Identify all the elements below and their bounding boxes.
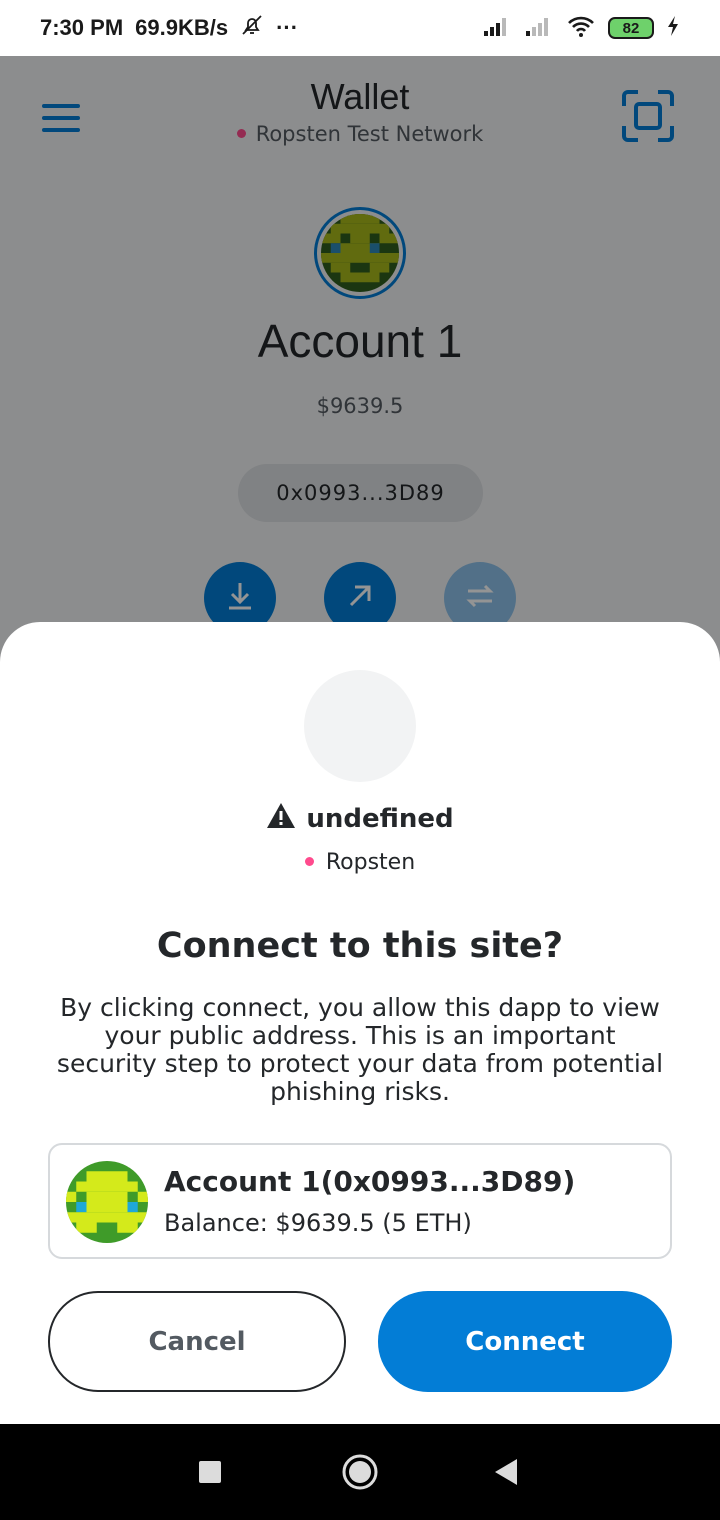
site-title: undefined <box>0 802 720 836</box>
signal-icon <box>482 15 512 42</box>
network-speed: 69.9KB/s <box>135 15 229 40</box>
back-icon[interactable] <box>482 1448 530 1496</box>
selected-account-balance: Balance: $9639.5 (5 ETH) <box>164 1209 472 1237</box>
mute-bell-icon <box>240 13 264 43</box>
site-network-label: Ropsten <box>325 850 416 875</box>
connect-description: By clicking connect, you allow this dapp… <box>56 993 664 1106</box>
system-nav-bar <box>0 1424 720 1520</box>
warning-icon <box>266 802 296 836</box>
connect-heading: Connect to this site? <box>156 926 564 966</box>
connect-button[interactable]: Connect <box>378 1291 672 1392</box>
site-network: Ropsten <box>0 850 720 875</box>
site-favicon <box>304 670 416 782</box>
home-icon[interactable] <box>336 1448 384 1496</box>
status-time: 7:30 PM <box>40 15 124 40</box>
account-selector[interactable]: Account 1(0x0993...3D89) Balance: $9639.… <box>48 1143 672 1259</box>
network-dot <box>304 856 314 866</box>
connect-sheet: undefined Ropsten Connect to this site? … <box>0 622 720 1424</box>
charging-icon <box>666 15 680 42</box>
selected-account-name: Account 1(0x0993...3D89) <box>164 1165 576 1198</box>
wifi-icon <box>566 14 596 43</box>
site-name: undefined <box>306 804 454 834</box>
recents-icon[interactable] <box>186 1448 234 1496</box>
more-notifications-icon: ··· <box>276 15 299 40</box>
cancel-button[interactable]: Cancel <box>48 1291 346 1392</box>
signal-icon <box>524 15 554 42</box>
account-avatar <box>66 1161 148 1243</box>
battery-icon: 82 <box>608 17 654 39</box>
status-bar: 7:30 PM 69.9KB/s ··· 82 <box>0 0 720 56</box>
